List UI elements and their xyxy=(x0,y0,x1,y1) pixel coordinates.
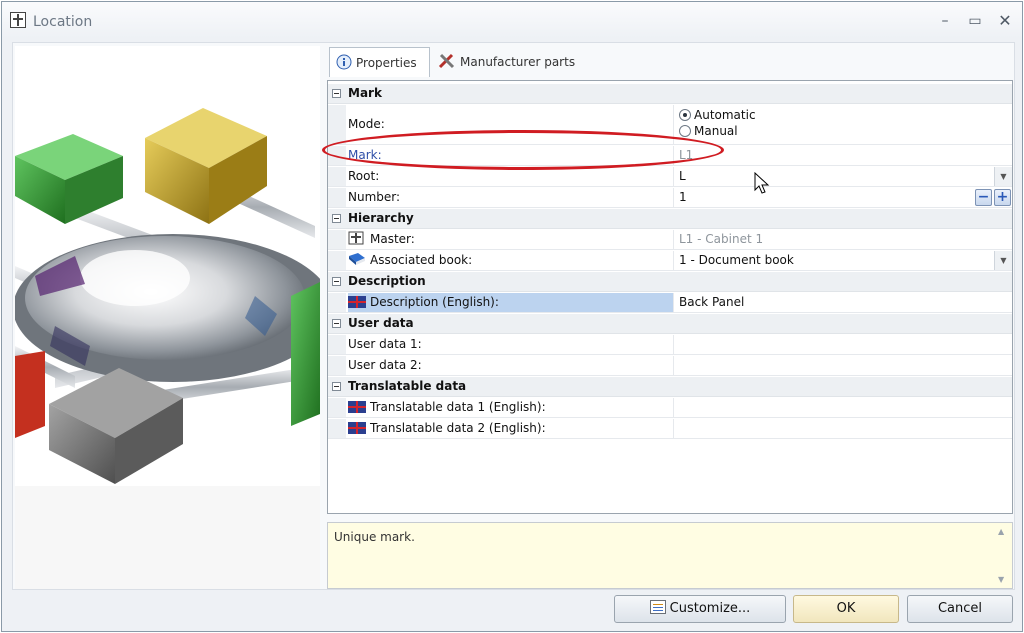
collapse-icon[interactable] xyxy=(332,382,341,391)
radio-checked-icon xyxy=(679,109,691,121)
collapse-icon[interactable] xyxy=(332,214,341,223)
uk-flag-icon xyxy=(348,401,366,413)
property-row-description-english[interactable]: Description (English): Back Panel xyxy=(328,293,1012,313)
minimize-button[interactable]: – xyxy=(932,10,958,32)
dropdown-arrow-icon[interactable]: ▼ xyxy=(994,167,1012,186)
property-row-number[interactable]: Number: 1 − + xyxy=(328,188,1012,208)
root-dropdown[interactable]: L ▼ xyxy=(675,167,1012,186)
user-data-2-input[interactable] xyxy=(675,356,1012,375)
increment-button[interactable]: + xyxy=(994,189,1011,206)
property-row-user-data-1[interactable]: User data 1: xyxy=(328,335,1012,355)
category-hierarchy[interactable]: Hierarchy xyxy=(328,209,1012,229)
tab-manufacturer-parts-label: Manufacturer parts xyxy=(460,55,576,69)
mark-value: L1 xyxy=(679,148,694,162)
description-english-input[interactable]: Back Panel xyxy=(675,293,1012,312)
ok-button[interactable]: OK xyxy=(793,595,899,623)
location-dialog: Location – ▭ ✕ Properties Manufacturer p… xyxy=(1,1,1023,632)
mode-automatic-option[interactable]: Automatic xyxy=(679,107,1012,123)
uk-flag-icon xyxy=(348,422,366,434)
associated-book-dropdown[interactable]: 1 - Document book ▼ xyxy=(675,251,1012,270)
category-description[interactable]: Description xyxy=(328,272,1012,292)
radio-unchecked-icon xyxy=(679,125,691,137)
number-field[interactable]: 1 − + xyxy=(675,188,1012,207)
network-illustration xyxy=(15,46,320,589)
property-row-translatable-2[interactable]: Translatable data 2 (English): xyxy=(328,419,1012,439)
tab-properties-label: Properties xyxy=(356,56,417,70)
translatable-2-input[interactable] xyxy=(675,419,1012,438)
collapse-icon[interactable] xyxy=(332,319,341,328)
property-row-user-data-2[interactable]: User data 2: xyxy=(328,356,1012,376)
mode-manual-option[interactable]: Manual xyxy=(679,123,1012,139)
translatable-1-input[interactable] xyxy=(675,398,1012,417)
customize-icon xyxy=(649,600,666,614)
scroll-up-icon[interactable]: ▲ xyxy=(998,527,1004,536)
close-button[interactable]: ✕ xyxy=(992,10,1018,32)
help-panel: Unique mark. ▲ ▼ xyxy=(327,522,1013,589)
collapse-icon[interactable] xyxy=(332,277,341,286)
mouse-cursor-icon xyxy=(754,172,770,194)
property-row-associated-book[interactable]: Associated book: 1 - Document book ▼ xyxy=(328,251,1012,271)
location-icon xyxy=(348,231,366,245)
category-translatable-data[interactable]: Translatable data xyxy=(328,377,1012,397)
category-user-data[interactable]: User data xyxy=(328,314,1012,334)
property-row-translatable-1[interactable]: Translatable data 1 (English): xyxy=(328,398,1012,418)
maximize-button[interactable]: ▭ xyxy=(962,10,988,32)
title-bar: Location – ▭ ✕ xyxy=(2,2,1022,38)
book-icon xyxy=(348,252,366,266)
decrement-button[interactable]: − xyxy=(975,189,992,206)
customize-button[interactable]: Customize... xyxy=(614,595,786,623)
tab-properties[interactable]: Properties xyxy=(329,47,430,77)
property-row-mode: Mode: Automatic Manual xyxy=(328,105,1012,145)
dialog-content: Properties Manufacturer parts Mark Mode:… xyxy=(12,42,1015,590)
info-icon xyxy=(336,54,352,73)
help-scrollbar[interactable]: ▲ ▼ xyxy=(994,523,1012,588)
window-title: Location xyxy=(33,14,93,30)
location-icon xyxy=(10,12,26,28)
property-row-master[interactable]: Master: L1 - Cabinet 1 xyxy=(328,230,1012,250)
mode-radio-group: Automatic Manual xyxy=(675,105,1012,144)
dropdown-arrow-icon[interactable]: ▼ xyxy=(994,251,1012,270)
user-data-1-input[interactable] xyxy=(675,335,1012,354)
scroll-down-icon[interactable]: ▼ xyxy=(998,575,1004,584)
category-mark[interactable]: Mark xyxy=(328,84,1012,104)
help-text: Unique mark. xyxy=(334,530,415,544)
tools-icon xyxy=(438,53,456,72)
collapse-icon[interactable] xyxy=(332,89,341,98)
master-value: L1 - Cabinet 1 xyxy=(679,232,764,246)
property-row-mark[interactable]: Mark: L1 xyxy=(328,146,1012,166)
cancel-button[interactable]: Cancel xyxy=(907,595,1013,623)
location-illustration xyxy=(15,46,320,589)
uk-flag-icon xyxy=(348,296,366,308)
property-row-root[interactable]: Root: L ▼ xyxy=(328,167,1012,187)
property-grid: Mark Mode: Automatic Manual Mark: L1 Roo… xyxy=(327,80,1013,514)
tab-manufacturer-parts[interactable]: Manufacturer parts xyxy=(432,47,582,77)
